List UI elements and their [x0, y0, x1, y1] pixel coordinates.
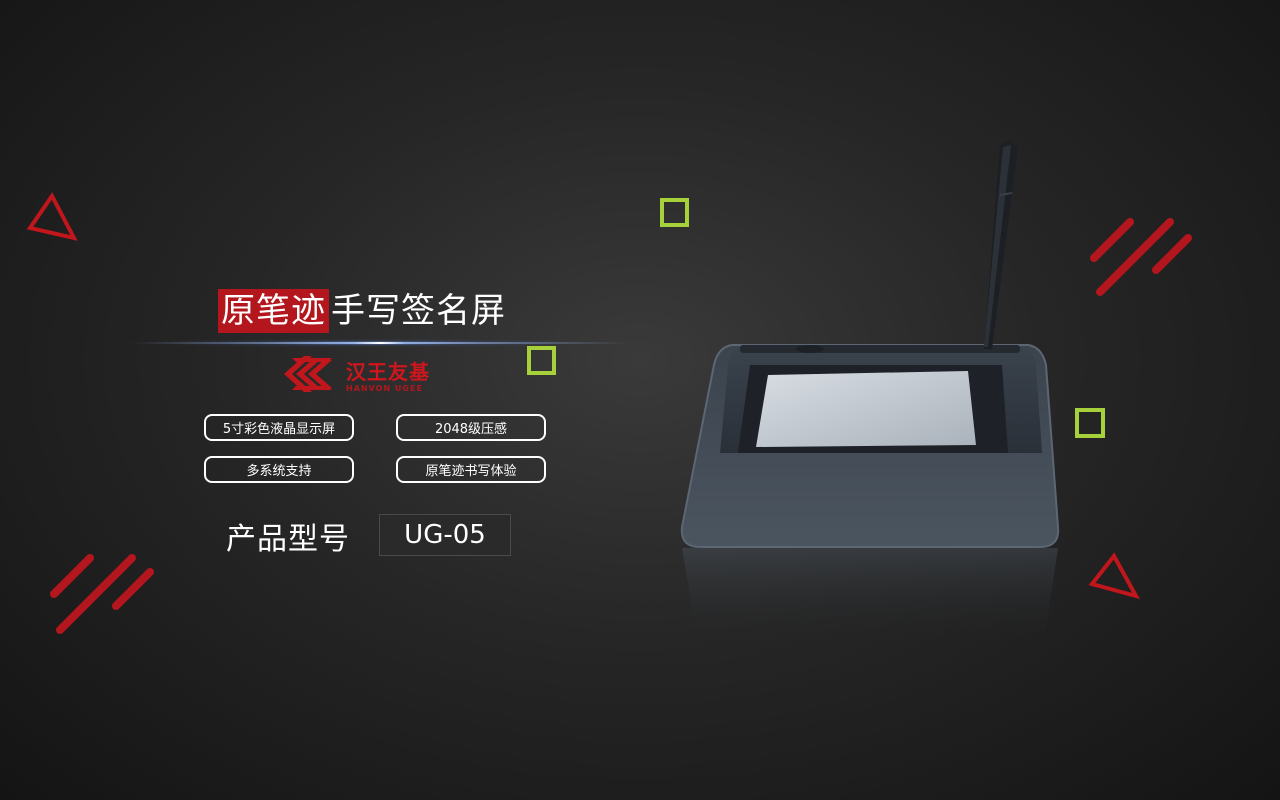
square-decoration-3 — [1075, 408, 1105, 438]
feature-pill: 2048级压感 — [396, 414, 546, 441]
triangle-decoration-right — [1088, 552, 1141, 600]
brand-name-cn: 汉王友基 — [346, 360, 430, 384]
light-flare-line — [130, 342, 630, 344]
triangle-decoration-left — [26, 192, 78, 241]
signature-pad-image — [680, 141, 1060, 655]
model-label: 产品型号 — [226, 522, 350, 557]
slash-decoration-left — [50, 554, 154, 634]
square-decoration-2 — [527, 346, 556, 375]
slash-decoration-right — [1090, 218, 1192, 296]
feature-pill: 原笔迹书写体验 — [396, 456, 546, 483]
page-title: 原笔迹 手写签名屏 — [218, 288, 506, 334]
feature-pill: 5寸彩色液晶显示屏 — [204, 414, 354, 441]
title-highlight: 原笔迹 — [218, 289, 329, 333]
model-value: UG-05 — [379, 514, 511, 556]
brand-name-en: HANVON UGEE — [346, 384, 423, 393]
title-rest: 手写签名屏 — [331, 291, 506, 331]
feature-pill: 多系统支持 — [204, 456, 354, 483]
